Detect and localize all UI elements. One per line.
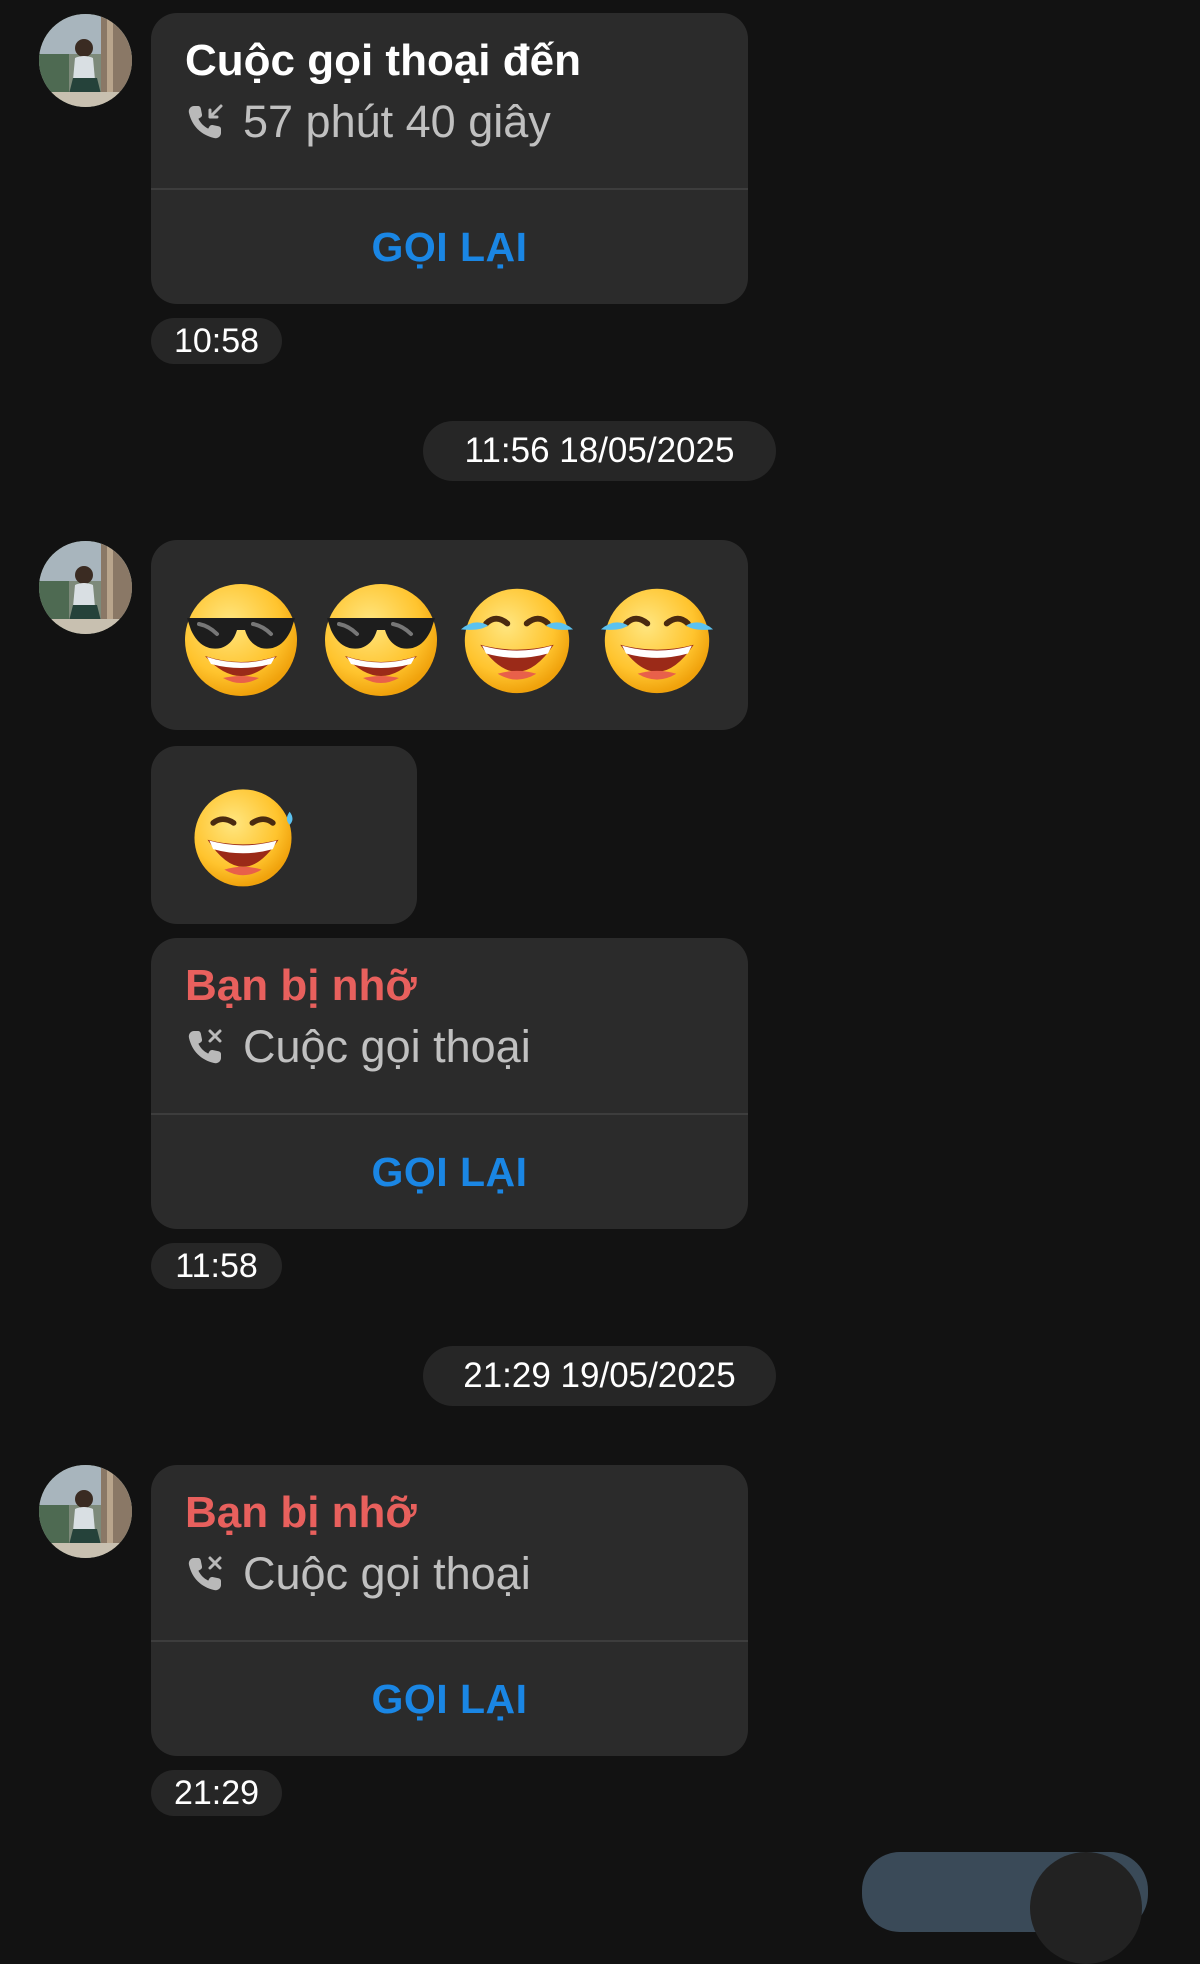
call-type: Cuộc gọi thoại: [243, 1548, 531, 1599]
missed-call-title: Bạn bị nhỡ: [185, 1488, 417, 1537]
call-detail: 57 phút 40 giây: [185, 96, 551, 147]
emoji-message[interactable]: [151, 540, 748, 730]
missed-call-card: Bạn bị nhỡ Cuộc gọi thoại GỌI LẠI: [151, 938, 748, 1229]
call-detail: Cuộc gọi thoại: [185, 1021, 531, 1072]
call-duration: 57 phút 40 giây: [243, 96, 551, 147]
message-time: 21:29: [151, 1770, 282, 1816]
message-time: 11:58: [151, 1243, 282, 1289]
laughing-sweat-emoji: [187, 780, 299, 892]
tears-of-joy-emoji: [599, 581, 715, 697]
cool-face-emoji: [321, 578, 441, 698]
date-separator: 11:56 18/05/2025: [423, 421, 776, 481]
call-type: Cuộc gọi thoại: [243, 1021, 531, 1072]
message-time: 10:58: [151, 318, 282, 364]
missed-call-title: Bạn bị nhỡ: [185, 961, 417, 1010]
incoming-call-icon: [185, 102, 225, 142]
contact-avatar[interactable]: [39, 14, 132, 107]
contact-avatar[interactable]: [39, 541, 132, 634]
call-title: Cuộc gọi thoại đến: [185, 36, 581, 85]
call-info: Bạn bị nhỡ Cuộc gọi thoại: [151, 938, 748, 1113]
call-back-button[interactable]: GỌI LẠI: [151, 1642, 748, 1756]
floating-action-button[interactable]: [1030, 1852, 1142, 1964]
missed-call-card: Bạn bị nhỡ Cuộc gọi thoại GỌI LẠI: [151, 1465, 748, 1756]
call-info: Bạn bị nhỡ Cuộc gọi thoại: [151, 1465, 748, 1640]
tears-of-joy-emoji: [459, 581, 575, 697]
incoming-call-card: Cuộc gọi thoại đến 57 phút 40 giây GỌI L…: [151, 13, 748, 304]
call-back-button[interactable]: GỌI LẠI: [151, 190, 748, 304]
missed-call-icon: [185, 1554, 225, 1594]
call-detail: Cuộc gọi thoại: [185, 1548, 531, 1599]
missed-call-icon: [185, 1027, 225, 1067]
call-back-button[interactable]: GỌI LẠI: [151, 1115, 748, 1229]
emoji-message[interactable]: [151, 746, 417, 924]
call-info: Cuộc gọi thoại đến 57 phút 40 giây: [151, 13, 748, 188]
date-separator: 21:29 19/05/2025: [423, 1346, 776, 1406]
cool-face-emoji: [181, 578, 301, 698]
contact-avatar[interactable]: [39, 1465, 132, 1558]
